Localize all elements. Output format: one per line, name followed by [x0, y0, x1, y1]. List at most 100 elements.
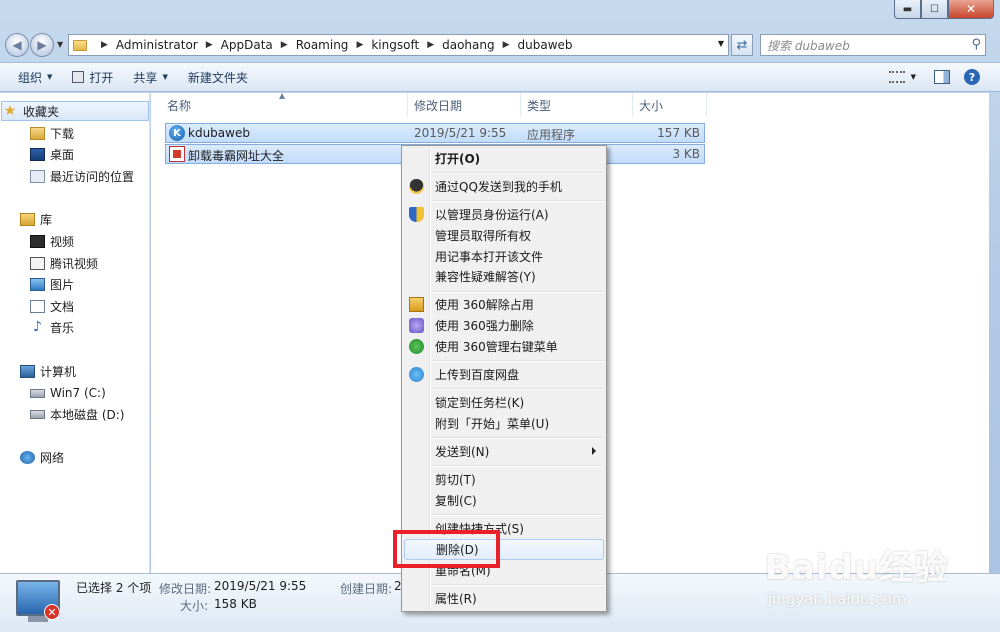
- drive-icon: [30, 388, 45, 398]
- computer-icon: [20, 364, 35, 378]
- nav-label: 腾讯视频: [50, 256, 99, 271]
- recent-pages-dropdown[interactable]: ▼: [57, 40, 63, 49]
- nav-pictures[interactable]: 图片: [30, 274, 74, 294]
- forward-button[interactable]: ▶: [30, 33, 54, 57]
- column-header-label: 修改日期: [414, 98, 463, 113]
- breadcrumb-appdata[interactable]: AppData: [221, 38, 273, 52]
- nav-label: 视频: [50, 234, 75, 249]
- address-dropdown-icon[interactable]: ▼: [718, 39, 724, 48]
- pictures-icon: [30, 277, 45, 291]
- watermark-url: jingyan.baidu.com: [768, 590, 907, 608]
- menu-item-copy[interactable]: 复制(C): [404, 490, 604, 511]
- nav-tencent-video[interactable]: 腾讯视频: [30, 253, 98, 273]
- menu-item-360-unlock[interactable]: 使用 360解除占用: [404, 294, 604, 315]
- breadcrumb-daohang[interactable]: daohang: [442, 38, 495, 52]
- folder-icon: [73, 39, 87, 51]
- menu-item-360-force-delete[interactable]: 使用 360强力删除: [404, 315, 604, 336]
- new-folder-label: 新建文件夹: [187, 70, 248, 85]
- breadcrumb-roaming[interactable]: Roaming: [296, 38, 349, 52]
- nav-favorites[interactable]: ★ 收藏夹: [1, 101, 149, 121]
- share-menu[interactable]: 共享 ▼: [123, 63, 177, 91]
- baidu-netdisk-icon: [409, 367, 424, 382]
- menu-separator: [432, 465, 604, 467]
- nav-network[interactable]: 网络: [20, 447, 64, 467]
- menu-label: 剪切(T): [435, 473, 476, 487]
- uninstall-shortcut-icon: [169, 146, 185, 162]
- help-icon[interactable]: ?: [964, 69, 980, 85]
- error-x-icon: ✕: [44, 604, 60, 620]
- drive-icon: [30, 409, 45, 419]
- explorer-window: ▬ ☐ ✕ ◀ ▶ ▼ ▶ Administrator ▶ AppData ▶ …: [0, 0, 1000, 632]
- modified-value: 2019/5/21 9:55: [214, 579, 307, 593]
- menu-item-properties[interactable]: 属性(R): [404, 588, 604, 609]
- new-folder-button[interactable]: 新建文件夹: [178, 63, 258, 91]
- chevron-down-icon[interactable]: ▼: [911, 73, 916, 81]
- minimize-button[interactable]: ▬: [894, 0, 921, 19]
- nav-videos[interactable]: 视频: [30, 231, 74, 251]
- nav-desktop[interactable]: 桌面: [30, 144, 74, 164]
- menu-label: 附到「开始」菜单(U): [435, 417, 550, 431]
- size-value: 158 KB: [214, 597, 257, 611]
- column-header-label: 大小: [639, 98, 664, 113]
- column-header-name[interactable]: 名称: [161, 93, 408, 117]
- breadcrumb-arrow-icon[interactable]: ▶: [427, 40, 434, 50]
- nav-documents[interactable]: 文档: [30, 296, 74, 316]
- menu-item-360-manage-menu[interactable]: 使用 360管理右键菜单: [404, 336, 604, 357]
- search-icon[interactable]: ⚲: [971, 37, 981, 52]
- menu-label: 复制(C): [435, 494, 477, 508]
- column-header-type[interactable]: 类型: [521, 93, 633, 117]
- menu-item-cut[interactable]: 剪切(T): [404, 469, 604, 490]
- menu-label: 兼容性疑难解答(Y): [435, 270, 536, 284]
- menu-item-open[interactable]: 打开(O): [404, 148, 604, 169]
- breadcrumb-kingsoft[interactable]: kingsoft: [371, 38, 419, 52]
- nav-label: 音乐: [50, 320, 75, 335]
- menu-item-take-ownership[interactable]: 管理员取得所有权: [404, 225, 604, 246]
- nav-computer[interactable]: 计算机: [20, 361, 76, 381]
- search-input[interactable]: 搜索 dubaweb ⚲: [760, 34, 986, 56]
- refresh-button[interactable]: ⇄: [731, 34, 753, 56]
- size-label: 大小:: [180, 599, 209, 613]
- column-header-size[interactable]: 大小: [633, 93, 707, 117]
- nav-drive-d[interactable]: 本地磁盘 (D:): [30, 404, 124, 424]
- view-options-icon[interactable]: [888, 71, 905, 83]
- menu-separator: [432, 360, 604, 362]
- preview-pane-icon[interactable]: [934, 70, 950, 84]
- nav-label: 本地磁盘 (D:): [50, 407, 125, 422]
- menu-item-baidu-upload[interactable]: 上传到百度网盘: [404, 364, 604, 385]
- menu-item-pin-start[interactable]: 附到「开始」菜单(U): [404, 413, 604, 434]
- menu-item-compatibility[interactable]: 兼容性疑难解答(Y): [404, 266, 604, 287]
- open-button[interactable]: 打开: [62, 63, 123, 91]
- nav-label: 桌面: [50, 147, 75, 162]
- nav-recent[interactable]: 最近访问的位置: [30, 166, 134, 186]
- breadcrumb-administrator[interactable]: Administrator: [116, 38, 198, 52]
- nav-label: 网络: [40, 450, 65, 465]
- menu-item-qq-send[interactable]: 通过QQ发送到我的手机: [404, 176, 604, 197]
- back-button[interactable]: ◀: [5, 33, 29, 57]
- nav-downloads[interactable]: 下载: [30, 123, 74, 143]
- menu-separator: [432, 437, 604, 439]
- file-row[interactable]: K kdubaweb 2019/5/21 9:55 应用程序 157 KB: [165, 123, 705, 143]
- breadcrumb-arrow-icon[interactable]: ▶: [356, 40, 363, 50]
- close-button[interactable]: ✕: [948, 0, 994, 19]
- nav-music[interactable]: ♪ 音乐: [30, 317, 74, 337]
- open-icon: [72, 71, 85, 83]
- created-label: 创建日期:: [340, 582, 393, 596]
- menu-item-open-notepad[interactable]: 用记事本打开该文件: [404, 246, 604, 267]
- menu-label: 用记事本打开该文件: [435, 250, 544, 264]
- breadcrumb-arrow-icon[interactable]: ▶: [101, 40, 108, 50]
- menu-item-pin-taskbar[interactable]: 锁定到任务栏(K): [404, 392, 604, 413]
- breadcrumb-arrow-icon[interactable]: ▶: [503, 40, 510, 50]
- modified-label: 修改日期:: [159, 582, 212, 596]
- maximize-button[interactable]: ☐: [921, 0, 948, 19]
- menu-item-send-to[interactable]: 发送到(N): [404, 441, 604, 462]
- nav-libraries[interactable]: 库: [20, 209, 52, 229]
- column-header-date[interactable]: 修改日期: [408, 93, 521, 117]
- menu-item-run-as-admin[interactable]: 以管理员身份运行(A): [404, 204, 604, 225]
- breadcrumb-dubaweb[interactable]: dubaweb: [518, 38, 573, 52]
- breadcrumb-arrow-icon[interactable]: ▶: [206, 40, 213, 50]
- address-bar[interactable]: ▶ Administrator ▶ AppData ▶ Roaming ▶ ki…: [68, 34, 729, 56]
- nav-drive-c[interactable]: Win7 (C:): [30, 383, 106, 403]
- organize-menu[interactable]: 组织 ▼: [0, 63, 62, 91]
- breadcrumb-arrow-icon[interactable]: ▶: [281, 40, 288, 50]
- network-icon: [20, 450, 35, 464]
